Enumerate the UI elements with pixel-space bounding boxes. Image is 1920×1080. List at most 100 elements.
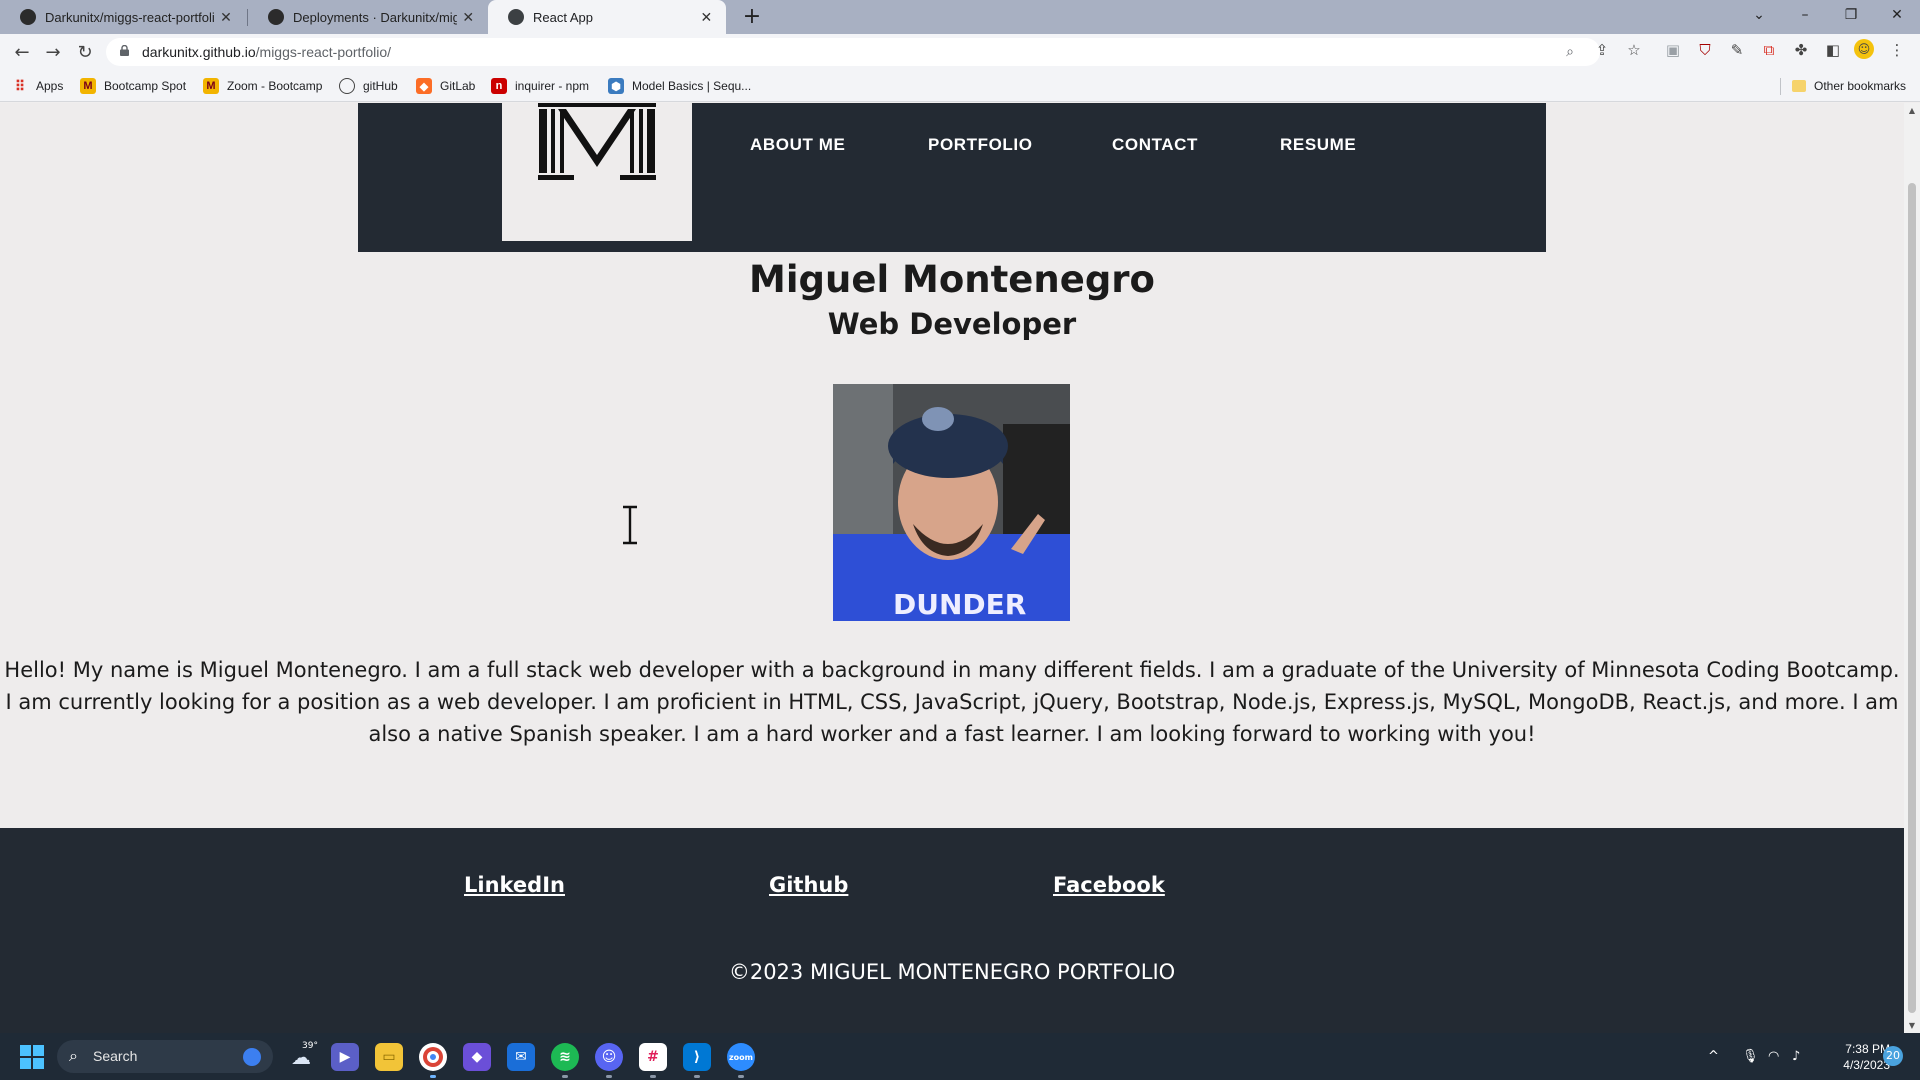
restore-button[interactable]: ❐ [1828,0,1874,30]
m-pillar-logo-icon [538,103,656,180]
new-tab-button[interactable]: + [738,3,766,31]
lock-icon [120,45,129,56]
zoom-app-icon[interactable]: zoom [727,1043,755,1071]
tab-github-repo[interactable]: Darkunitx/miggs-react-portfolio ✕ [0,0,246,34]
nav-portfolio[interactable]: PORTFOLIO [928,135,1033,155]
menu-kebab-icon[interactable]: ⋮ [1886,39,1908,61]
text-cursor-icon [623,505,637,545]
reload-button[interactable]: ↻ [72,40,98,66]
tab-github-deployments[interactable]: Deployments · Darkunitx/miggs- ✕ [248,0,488,34]
site-header: ABOUT ME PORTFOLIO CONTACT RESUME [358,103,1546,252]
notification-badge[interactable]: 20 [1883,1046,1903,1066]
color-picker-icon[interactable]: ✎ [1726,39,1748,61]
vscode-icon[interactable]: ⟩ [683,1043,711,1071]
bootcamp-icon: M [80,78,96,94]
bookmark-label: GitLab [440,79,476,93]
bookmark-sequelize[interactable]: ⬢ Model Basics | Sequ... [608,70,751,102]
other-bookmarks[interactable]: Other bookmarks [1792,70,1906,102]
side-panel-icon[interactable]: ◧ [1822,39,1844,61]
minimize-button[interactable]: – [1782,0,1828,30]
bookmark-inquirer-npm[interactable]: n inquirer - npm [491,70,589,102]
browser-toolbar: ← → ↻ darkunitx.github.io/miggs-react-po… [0,34,1920,70]
footer-link-facebook[interactable]: Facebook [1053,873,1165,897]
close-icon[interactable]: ✕ [699,9,714,26]
nav-about-me[interactable]: ABOUT ME [750,135,845,155]
bookmark-zoom-bootcamp[interactable]: M Zoom - Bootcamp [203,70,322,102]
bookmark-bootcamp-spot[interactable]: M Bootcamp Spot [80,70,186,102]
nav-contact[interactable]: CONTACT [1112,135,1198,155]
profile-name: Miguel Montenegro [749,258,1155,301]
sequelize-icon: ⬢ [608,78,624,94]
bookmarks-bar: ⠿ Apps M Bootcamp Spot M Zoom - Bootcamp… [0,70,1920,102]
site-logo[interactable] [502,103,692,241]
scroll-up-icon[interactable]: ▲ [1907,106,1917,115]
running-indicator [606,1075,612,1078]
power-automate-icon[interactable]: ◆ [463,1043,491,1071]
running-indicator [694,1075,700,1078]
nav-resume[interactable]: RESUME [1280,135,1356,155]
bookmark-label: Other bookmarks [1814,79,1907,93]
teams-icon[interactable]: ▶ [331,1043,359,1071]
profile-title: Web Developer [827,307,1077,341]
window-close-button[interactable]: ✕ [1874,0,1920,30]
url-text: darkunitx.github.io/miggs-react-portfoli… [142,38,391,66]
puzzle-icon[interactable]: ✤ [1790,39,1812,61]
github-icon [339,78,355,94]
wifi-icon[interactable]: ◠ [1768,1033,1779,1080]
mail-icon[interactable]: ✉ [507,1043,535,1071]
footer-link-github[interactable]: Github [769,873,848,897]
slack-icon[interactable]: # [639,1043,667,1071]
folder-icon [1792,80,1806,92]
volume-icon[interactable]: ♪ [1792,1033,1800,1080]
globe-icon [508,9,524,25]
tab-label: Deployments · Darkunitx/miggs- [293,9,457,25]
file-explorer-icon[interactable]: ▭ [375,1043,403,1071]
address-bar[interactable]: darkunitx.github.io/miggs-react-portfoli… [106,38,1600,66]
extension-icon[interactable]: ▣ [1662,39,1684,61]
search-label: Search [93,1048,138,1064]
extension-badge-icon[interactable]: ⧉ [1758,39,1780,61]
bookmark-label: Model Basics | Sequ... [632,79,752,93]
back-button[interactable]: ← [9,40,35,66]
taskbar-clock[interactable]: 7:38 PM 4/3/2023 [1820,1041,1890,1073]
page-scrollbar[interactable]: ▲ ▼ [1904,103,1920,1033]
search-icon: ⌕ [69,1046,78,1065]
zoom-icon[interactable]: ⌕ [1560,42,1580,62]
microphone-icon[interactable]: 🎙︎ [1742,1033,1759,1080]
tab-react-app[interactable]: React App ✕ [488,0,726,34]
bookmark-github[interactable]: gitHub [339,70,398,102]
footer-link-linkedin[interactable]: LinkedIn [464,873,565,897]
weather-temp: 39° [302,1041,318,1051]
bookmark-gitlab[interactable]: ◆ GitLab [416,70,475,102]
close-icon[interactable]: ✕ [218,9,234,26]
bookmark-label: Zoom - Bootcamp [227,79,323,93]
taskbar-search[interactable]: ⌕ Search [57,1040,273,1073]
url-path: /miggs-react-portfolio/ [255,44,392,60]
profile-photo-illustration: DUNDER [833,384,1070,621]
spotify-icon[interactable]: ≋ [551,1043,579,1071]
running-indicator [430,1075,436,1078]
profile-avatar[interactable]: ☺ [1854,39,1874,59]
bookmark-star-icon[interactable]: ☆ [1623,39,1645,61]
ublock-shield-icon[interactable]: ⛉ [1694,39,1716,61]
forward-button[interactable]: → [40,40,66,66]
chrome-icon[interactable] [419,1043,447,1071]
discord-icon[interactable]: ☺ [595,1043,623,1071]
bookmark-label: gitHub [363,79,398,93]
tray-overflow-chevron-icon[interactable]: ^ [1708,1033,1719,1080]
bookmark-apps[interactable]: ⠿ Apps [12,70,64,102]
close-icon[interactable]: ✕ [461,9,476,26]
bookmark-label: inquirer - npm [515,79,590,93]
tab-label: Darkunitx/miggs-react-portfolio [45,9,214,25]
tab-search-chevron-icon[interactable]: ⌄ [1736,0,1782,30]
running-indicator [650,1075,656,1078]
share-icon[interactable]: ⇪ [1591,39,1613,61]
scroll-thumb[interactable] [1908,183,1916,1013]
browser-tab-strip: Darkunitx/miggs-react-portfolio ✕ Deploy… [0,0,1920,34]
scroll-down-icon[interactable]: ▼ [1907,1021,1917,1030]
windows-start-icon[interactable] [20,1045,44,1069]
bio-paragraph: Hello! My name is Miguel Montenegro. I a… [4,658,1900,746]
bookmark-divider [1780,78,1781,95]
tab-label: React App [533,9,593,25]
windows-taskbar: ⌕ Search ☁ 39° ▶ ▭ ◆ ✉ ≋ ☺ # ⟩ zoom ^ 🎙︎… [0,1033,1920,1080]
